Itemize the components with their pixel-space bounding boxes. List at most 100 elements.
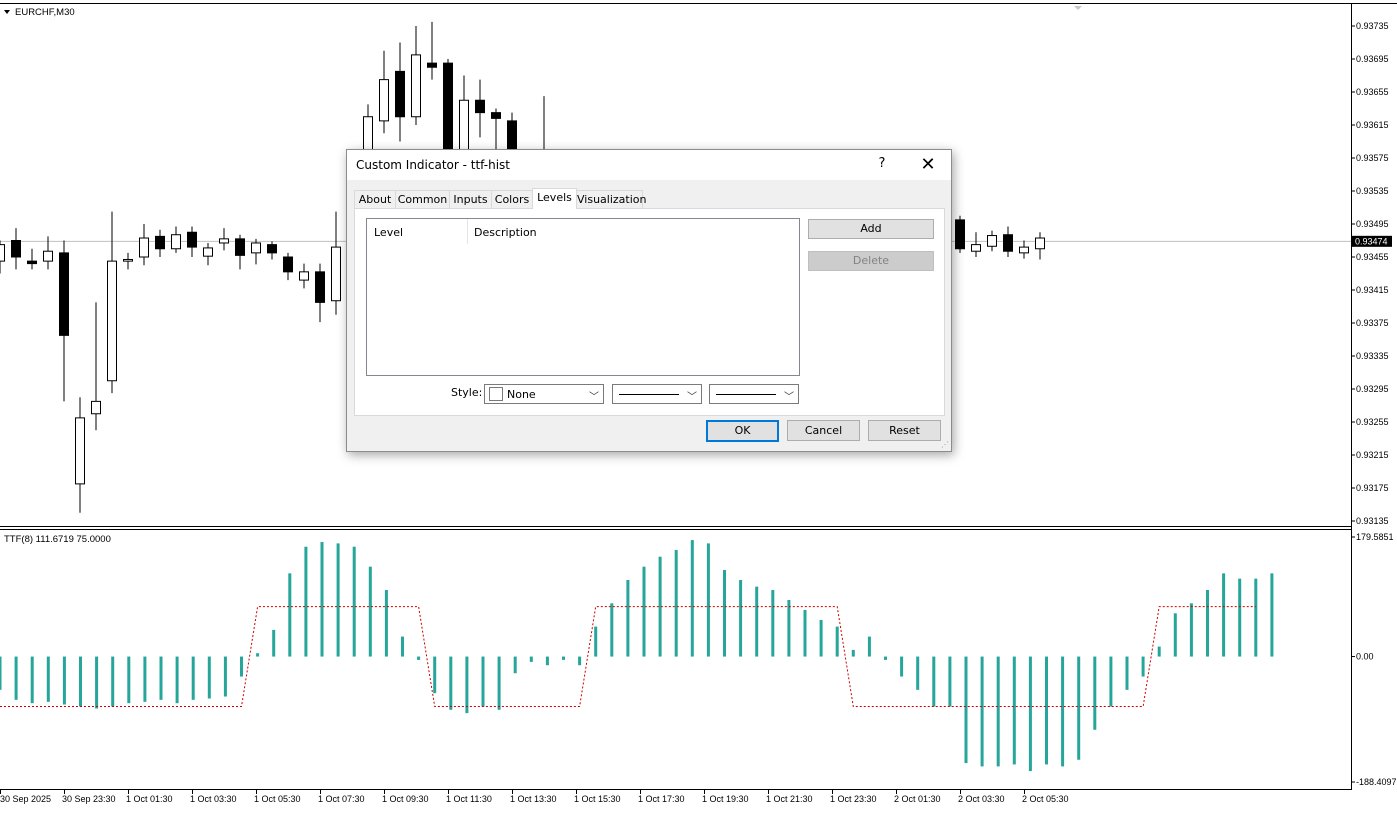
candle-body bbox=[123, 258, 133, 262]
level-color-value: None bbox=[507, 388, 536, 401]
tab-levels[interactable]: Levels bbox=[532, 188, 577, 209]
histogram-bar bbox=[159, 656, 163, 700]
candle-body bbox=[171, 234, 181, 250]
time-tick-label: 1 Oct 09:30 bbox=[382, 794, 429, 804]
candle-body bbox=[411, 54, 421, 118]
candle-body bbox=[1035, 237, 1045, 250]
histogram-bar bbox=[1012, 656, 1016, 765]
column-header-level[interactable]: Level bbox=[374, 226, 403, 239]
histogram-bar bbox=[980, 656, 984, 767]
histogram-bar bbox=[304, 546, 308, 657]
histogram-bar bbox=[30, 656, 34, 704]
histogram-bar bbox=[0, 656, 2, 690]
histogram-bar bbox=[1125, 656, 1129, 690]
histogram-bar bbox=[336, 543, 340, 657]
column-separator[interactable] bbox=[467, 219, 468, 244]
chart-menu-triangle-icon[interactable] bbox=[4, 10, 10, 14]
candle-body bbox=[43, 250, 53, 262]
histogram-bar bbox=[352, 546, 356, 657]
help-button[interactable]: ? bbox=[871, 156, 893, 174]
dialog-title: Custom Indicator - ttf-hist bbox=[356, 158, 510, 172]
histogram-bar bbox=[771, 589, 775, 657]
candle-body bbox=[1019, 246, 1029, 254]
tab-colors[interactable]: Colors bbox=[491, 190, 533, 208]
histogram-bar bbox=[900, 656, 904, 677]
histogram-bar bbox=[690, 540, 694, 657]
histogram-bar bbox=[851, 649, 855, 657]
delete-button[interactable]: Delete bbox=[808, 251, 934, 271]
candle-body bbox=[203, 247, 213, 257]
histogram-bar bbox=[916, 656, 920, 690]
histogram-bar bbox=[433, 656, 437, 694]
tab-inputs[interactable]: Inputs bbox=[449, 190, 492, 208]
tab-visualization[interactable]: Visualization bbox=[576, 190, 646, 208]
add-button[interactable]: Add bbox=[808, 219, 934, 239]
candle-body bbox=[11, 240, 21, 258]
shift-marker-icon[interactable] bbox=[1074, 6, 1082, 10]
price-tick-label: 0.93335 bbox=[1356, 351, 1389, 361]
levels-list-header: Level Description bbox=[367, 219, 799, 244]
terminal-chart-window: EURCHF,M30 0.93735 0.93695 0.93655 0.93615 0… bbox=[0, 0, 1397, 811]
price-tick-label: 0.93415 bbox=[1356, 285, 1389, 295]
histogram-bar bbox=[513, 656, 517, 674]
dialog-title-bar[interactable]: Custom Indicator - ttf-hist ? ✕ bbox=[347, 150, 951, 180]
histogram-bar bbox=[932, 656, 936, 707]
custom-indicator-dialog: Custom Indicator - ttf-hist ? ✕ About Co… bbox=[346, 149, 952, 452]
candle-body bbox=[139, 237, 149, 258]
histogram-bar bbox=[79, 656, 82, 707]
chevron-down-icon: ﹀ bbox=[589, 392, 599, 403]
histogram-bar bbox=[207, 656, 211, 699]
tab-about[interactable]: About bbox=[354, 190, 396, 208]
time-tick-label: 2 Oct 03:30 bbox=[958, 794, 1005, 804]
price-tick-label: 0.93495 bbox=[1356, 219, 1389, 229]
price-tick-label: 0.93535 bbox=[1356, 186, 1389, 196]
price-tick-label: 0.93255 bbox=[1356, 417, 1389, 427]
levels-list[interactable]: Level Description bbox=[366, 218, 800, 376]
price-axis[interactable]: 0.93735 0.93695 0.93655 0.93615 0.93575 0.935… bbox=[1351, 21, 1389, 526]
ttf-histogram-series bbox=[0, 540, 1274, 772]
histogram-bar bbox=[642, 566, 646, 657]
histogram-bar bbox=[787, 599, 791, 657]
price-tick-label: 0.93455 bbox=[1356, 252, 1389, 262]
histogram-bar bbox=[1077, 656, 1081, 760]
time-tick-label: 1 Oct 21:30 bbox=[766, 794, 813, 804]
histogram-bar bbox=[739, 579, 743, 657]
histogram-bar bbox=[1028, 656, 1032, 772]
candle-body bbox=[427, 62, 437, 68]
histogram-bar bbox=[256, 653, 260, 657]
indicator-tick-label: -188.4097 bbox=[1356, 777, 1397, 787]
line-style-select[interactable]: ﹀ bbox=[612, 384, 702, 404]
tab-common[interactable]: Common bbox=[395, 190, 450, 208]
histogram-bar bbox=[288, 573, 292, 657]
reset-button[interactable]: Reset bbox=[868, 420, 941, 441]
indicator-axis[interactable]: 179.5851 0.00 -188.4097 bbox=[1351, 532, 1397, 787]
candle-body bbox=[379, 79, 389, 122]
candle-body bbox=[251, 242, 261, 254]
candle-body bbox=[955, 219, 965, 250]
level-color-select[interactable]: None ﹀ bbox=[484, 384, 604, 404]
time-tick-label: 2 Oct 05:30 bbox=[1022, 794, 1069, 804]
price-tick-label: 0.93175 bbox=[1356, 483, 1389, 493]
candle-body bbox=[315, 271, 325, 303]
histogram-bar bbox=[401, 636, 404, 657]
price-tick-label: 0.93655 bbox=[1356, 87, 1389, 97]
histogram-bar bbox=[674, 550, 678, 657]
histogram-bar bbox=[996, 656, 1000, 767]
histogram-bar bbox=[143, 656, 147, 702]
histogram-bar bbox=[449, 656, 453, 710]
ok-button[interactable]: OK bbox=[706, 420, 779, 442]
line-width-select[interactable]: ﹀ bbox=[709, 384, 799, 404]
time-axis[interactable]: 30 Sep 2025 30 Sep 23:30 1 Oct 01:30 1 Oct … bbox=[0, 790, 1069, 804]
time-tick-label: 1 Oct 05:30 bbox=[254, 794, 301, 804]
column-header-description[interactable]: Description bbox=[474, 226, 537, 239]
resize-grip-icon[interactable]: ⋰ bbox=[941, 440, 949, 449]
time-tick-label: 1 Oct 03:30 bbox=[190, 794, 237, 804]
candle-body bbox=[283, 256, 293, 273]
histogram-bar bbox=[706, 543, 710, 657]
histogram-bar bbox=[481, 656, 485, 707]
style-label: Style: bbox=[451, 386, 483, 399]
candle-body bbox=[235, 238, 245, 256]
candle-body bbox=[267, 244, 277, 254]
close-icon[interactable]: ✕ bbox=[915, 154, 941, 176]
cancel-button[interactable]: Cancel bbox=[787, 420, 860, 441]
